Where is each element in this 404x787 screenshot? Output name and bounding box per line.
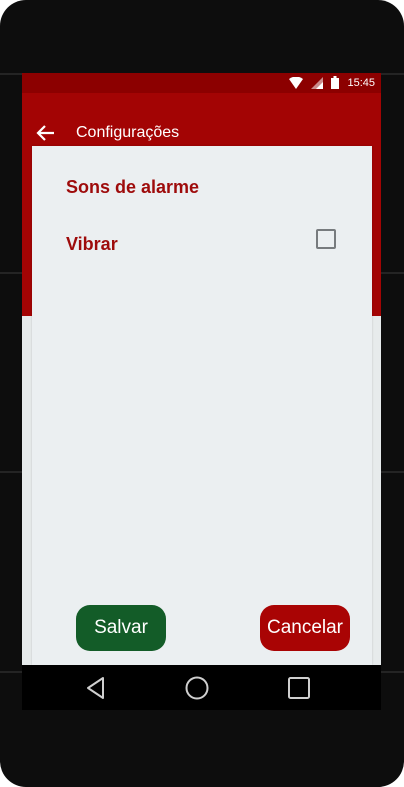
navigation-bar (22, 665, 381, 710)
battery-icon (331, 76, 340, 89)
phone-frame: 15:45 Configurações Sons de alarme Vibra… (0, 0, 404, 787)
status-time: 15:45 (347, 76, 375, 89)
square-recents-icon[interactable] (286, 675, 312, 701)
signal-icon (311, 76, 324, 89)
save-button[interactable]: Salvar (76, 605, 166, 651)
cancel-button[interactable]: Cancelar (260, 605, 350, 651)
circle-home-icon[interactable] (184, 675, 210, 701)
triangle-back-icon[interactable] (83, 675, 109, 701)
vibrate-label: Vibrar (66, 234, 118, 254)
page-title: Configurações (76, 124, 180, 141)
arrow-left-icon[interactable] (34, 122, 56, 144)
status-bar: 15:45 (22, 73, 381, 93)
wifi-icon (289, 76, 304, 89)
screen: 15:45 Configurações Sons de alarme Vibra… (22, 73, 381, 665)
alarm-sounds-heading[interactable]: Sons de alarme (66, 177, 199, 198)
vibrate-checkbox[interactable] (316, 229, 336, 249)
settings-card: Sons de alarme Vibrar Salvar Cancelar (32, 146, 372, 665)
